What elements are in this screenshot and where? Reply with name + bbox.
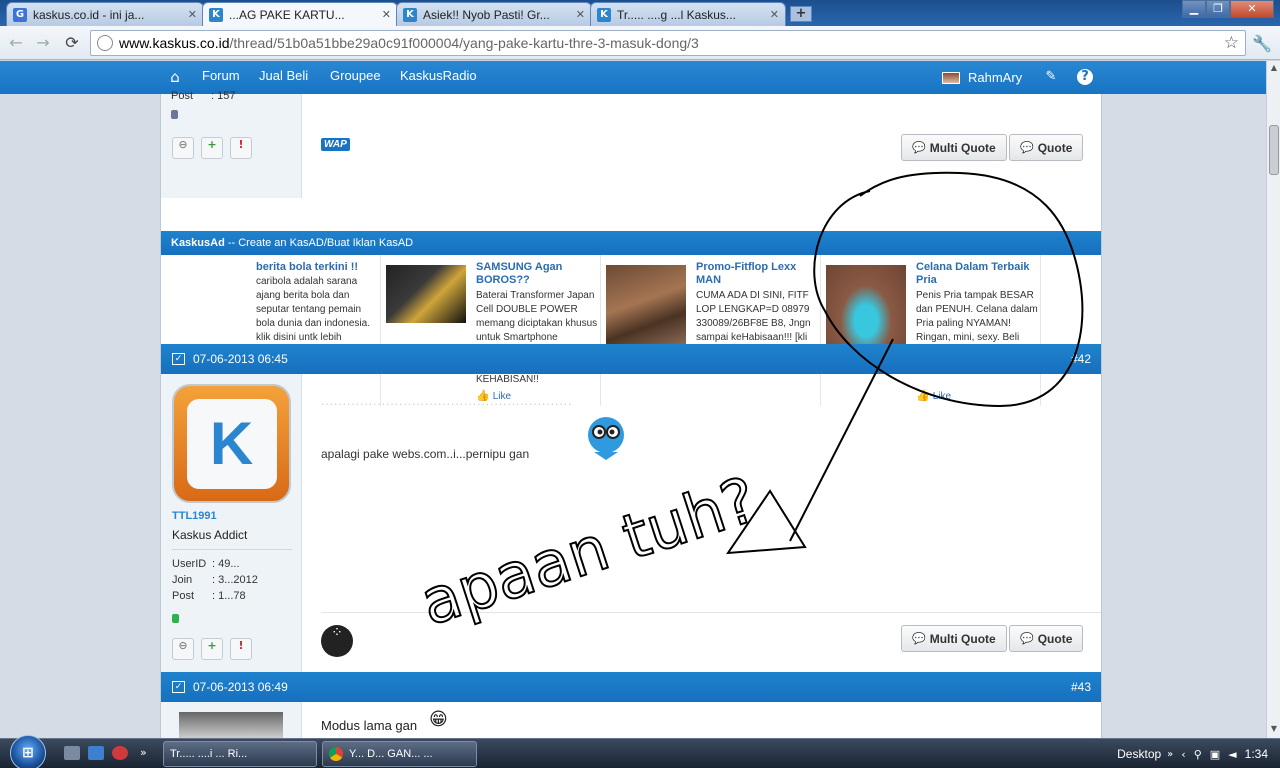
new-tab-button[interactable]: + [790, 6, 812, 22]
tab-close-icon[interactable]: ✕ [188, 8, 197, 21]
taskbar-task-2[interactable]: Y... D... GAN... ... [322, 741, 477, 767]
bookmark-star-icon[interactable]: ☆ [1224, 33, 1239, 53]
app-icon[interactable] [112, 746, 128, 760]
volume-icon[interactable]: ◄ [1228, 748, 1236, 761]
explorer-icon[interactable] [88, 746, 104, 760]
browser-tab-3[interactable]: K Asiek!! Nyob Pasti! Gr... ✕ [396, 2, 592, 26]
wrench-menu-icon[interactable]: 🔧 [1252, 34, 1272, 53]
clock[interactable]: 1:34 [1245, 747, 1268, 761]
tab-title: Tr..... ....g ...l Kaskus... [617, 7, 736, 22]
tab-close-icon[interactable]: ✕ [382, 8, 391, 21]
taskbar-task-1[interactable]: Tr..... ....i ... Ri... [163, 741, 317, 767]
url-host: www.kaskus.co.id [119, 35, 230, 51]
tray-expand-icon[interactable]: ‹ [1181, 748, 1185, 761]
kaskus-favicon-icon: K [597, 7, 611, 22]
kaskus-favicon-icon: K [209, 7, 223, 22]
show-desktop-icon[interactable] [64, 746, 80, 760]
page-viewport: ⌂ Forum Jual Beli Groupee KaskusRadio Ra… [0, 61, 1266, 738]
browser-tab-strip: G kaskus.co.id - ini ja... ✕ K ...AG PAK… [0, 0, 1280, 26]
google-favicon-icon: G [13, 7, 27, 22]
browser-tab-1[interactable]: G kaskus.co.id - ini ja... ✕ [6, 2, 204, 26]
window-controls: ▁ ❐ ✕ [1182, 0, 1274, 18]
scrollbar-thumb[interactable] [1269, 125, 1279, 175]
tab-close-icon[interactable]: ✕ [576, 8, 585, 21]
maximize-button[interactable]: ❐ [1206, 0, 1230, 18]
windows-taskbar: ⊞ » Tr..... ....i ... Ri... Y... D... GA… [0, 735, 1280, 768]
scroll-up-icon[interactable]: ▲ [1267, 63, 1280, 75]
display-icon[interactable]: ▣ [1210, 748, 1220, 761]
address-bar[interactable]: www.kaskus.co.id/thread/51b0a51bbe29a0c9… [90, 30, 1246, 56]
tab-title: ...AG PAKE KARTU... [229, 7, 345, 22]
browser-toolbar: ← → ⟳ www.kaskus.co.id/thread/51b0a51bbe… [0, 26, 1280, 60]
chevron-icon[interactable]: » [1167, 749, 1173, 760]
close-window-button[interactable]: ✕ [1230, 0, 1274, 18]
handwritten-annotation: apaan tuh? [411, 171, 1084, 641]
kaskus-favicon-icon: K [403, 7, 417, 22]
page-icon [97, 35, 113, 51]
reload-icon[interactable]: ⟳ [62, 33, 82, 53]
more-quicklaunch-icon[interactable]: » [140, 746, 156, 760]
start-button[interactable]: ⊞ [10, 735, 46, 768]
minimize-button[interactable]: ▁ [1182, 0, 1206, 18]
back-arrow-icon[interactable]: ← [6, 33, 26, 53]
url-text: www.kaskus.co.id/thread/51b0a51bbe29a0c9… [119, 35, 699, 51]
handwriting-text: apaan tuh? [412, 463, 766, 640]
tab-title: Asiek!! Nyob Pasti! Gr... [423, 7, 550, 22]
browser-tab-4[interactable]: K Tr..... ....g ...l Kaskus... ✕ [590, 2, 786, 26]
url-path: /thread/51b0a51bbe29a0c91f000004/yang-pa… [229, 35, 699, 51]
system-tray: Desktop » ‹ ⚲ ▣ ◄ 1:34 [1117, 739, 1280, 768]
forward-arrow-icon[interactable]: → [33, 33, 53, 53]
tab-close-icon[interactable]: ✕ [770, 8, 779, 21]
browser-tab-2[interactable]: K ...AG PAKE KARTU... ✕ [202, 2, 398, 26]
tab-title: kaskus.co.id - ini ja... [33, 7, 145, 22]
desktop-toolbar-label[interactable]: Desktop [1117, 747, 1161, 761]
task-title: Y... D... GAN... ... [349, 748, 433, 760]
network-icon[interactable]: ⚲ [1194, 748, 1202, 761]
page-scrollbar[interactable]: ▲ ▼ [1266, 61, 1280, 738]
chrome-icon [329, 747, 343, 761]
scroll-down-icon[interactable]: ▼ [1267, 724, 1280, 736]
